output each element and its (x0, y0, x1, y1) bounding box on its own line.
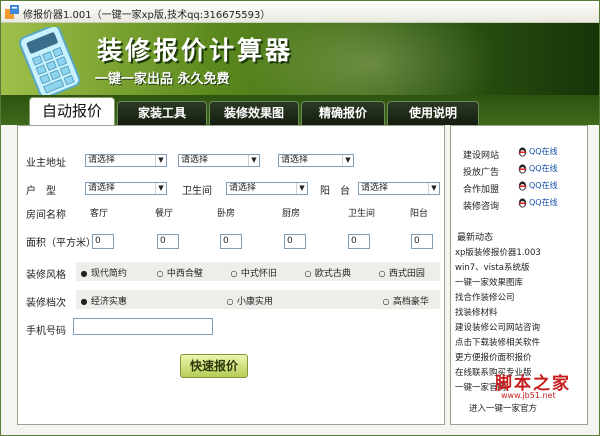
window-title: 修报价器1.001（一键一家xp版,技术qq:316675593） (23, 10, 271, 21)
banner-title: 装修报价计算器 (97, 36, 294, 65)
service-label-franchise: 合作加盟 (463, 185, 500, 195)
tab-instructions[interactable]: 使用说明 (387, 101, 479, 125)
news-item[interactable]: 一键一家效果图库 (455, 276, 523, 288)
news-item[interactable]: 进入一键一家官方 (469, 402, 537, 414)
qq-online-link-website[interactable]: QQ在线 (517, 146, 558, 157)
news-title: 最新动态 (457, 233, 494, 243)
bathroom-label: 卫生间 (182, 186, 212, 197)
address-label: 业主地址 (26, 158, 66, 169)
area-input-bedroom[interactable]: 0 (220, 234, 242, 249)
area-input-living[interactable]: 0 (92, 234, 114, 249)
area-input-balcony[interactable]: 0 (411, 234, 433, 249)
news-item[interactable]: 更方便报价面积报价 (455, 351, 532, 363)
qq-penguin-icon (518, 147, 527, 157)
qq-online-link-ads[interactable]: QQ在线 (517, 163, 558, 174)
grade-option-economy[interactable]: ● 经济实惠 (80, 294, 127, 307)
area-input-dining[interactable]: 0 (157, 234, 179, 249)
chevron-down-icon: ▼ (342, 155, 353, 166)
room-living: 客厅 (90, 209, 109, 219)
news-item[interactable]: 找合作装修公司 (455, 291, 515, 303)
phone-label: 手机号码 (26, 326, 66, 337)
grade-option-luxury[interactable]: ○ 高档豪华 (382, 294, 429, 307)
qq-penguin-icon (518, 181, 527, 191)
grade-label: 装修档次 (26, 298, 66, 309)
qq-penguin-icon (518, 164, 527, 174)
radio-unchecked-icon: ○ (226, 297, 234, 306)
radio-checked-icon: ● (80, 269, 88, 278)
quote-form-panel: 业主地址 请选择 ▼ 请选择 ▼ 请选择 ▼ 户 型 请选择 ▼ 卫生间 请选择 ▼ 阳 … (17, 125, 445, 425)
balcony-select[interactable]: 请选择 ▼ (358, 182, 440, 195)
news-item[interactable]: win7、vista系统版 (455, 261, 529, 273)
news-item[interactable]: 点击下载装修相关软件 (455, 336, 540, 348)
radio-unchecked-icon: ○ (156, 269, 164, 278)
header-banner: 装修报价计算器 一键一家出品 永久免费 (1, 23, 599, 95)
qq-penguin-icon (518, 198, 527, 208)
news-item[interactable]: 建设装修公司网站咨询 (455, 321, 540, 333)
area-input-bathroom[interactable]: 0 (348, 234, 370, 249)
style-option-fusion[interactable]: ○ 中西合璧 (156, 266, 203, 279)
chevron-down-icon: ▼ (428, 183, 439, 194)
layout-select[interactable]: 请选择 ▼ (85, 182, 167, 195)
title-bar[interactable]: 修报价器1.001（一键一家xp版,技术qq:316675593） (1, 1, 599, 23)
district-select[interactable]: 请选择 ▼ (278, 154, 354, 167)
news-item[interactable]: xp版装修报价器1.003 (455, 246, 541, 258)
phone-input[interactable] (73, 318, 213, 335)
calculator-icon (19, 27, 81, 95)
bathroom-select[interactable]: 请选择 ▼ (226, 182, 308, 195)
tab-auto-quote[interactable]: 自动报价 (29, 97, 115, 125)
radio-unchecked-icon: ○ (304, 269, 312, 278)
tab-home-tools[interactable]: 家装工具 (117, 101, 207, 125)
style-option-chinese[interactable]: ○ 中式怀旧 (230, 266, 277, 279)
chevron-down-icon: ▼ (155, 183, 166, 194)
service-label-consult: 装修咨询 (463, 202, 500, 212)
tab-bar: 自动报价 家装工具 装修效果图 精确报价 使用说明 (1, 95, 599, 125)
room-balcony: 阳台 (410, 209, 429, 219)
tab-precise-quote[interactable]: 精确报价 (301, 101, 385, 125)
room-bedroom: 卧房 (217, 209, 236, 219)
radio-unchecked-icon: ○ (382, 297, 390, 306)
room-bathroom: 卫生间 (348, 209, 376, 219)
room-kitchen: 厨房 (282, 209, 301, 219)
chevron-down-icon: ▼ (296, 183, 307, 194)
area-label: 面积（平方米） (26, 238, 96, 249)
room-name-label: 房间名称 (26, 210, 66, 221)
news-item[interactable]: 找装修材料 (455, 306, 498, 318)
style-option-european[interactable]: ○ 欧式古典 (304, 266, 351, 279)
service-label-ads: 投放广告 (463, 168, 500, 178)
chevron-down-icon: ▼ (248, 155, 259, 166)
quick-quote-button[interactable]: 快速报价 (180, 354, 248, 378)
room-dining: 餐厅 (155, 209, 174, 219)
chevron-down-icon: ▼ (155, 155, 166, 166)
layout-label: 户 型 (26, 186, 56, 197)
style-option-modern[interactable]: ● 现代简约 (80, 266, 127, 279)
app-icon (5, 5, 19, 19)
banner-subtitle: 一键一家出品 永久免费 (95, 72, 230, 87)
radio-unchecked-icon: ○ (230, 269, 238, 278)
radio-checked-icon: ● (80, 297, 88, 306)
style-option-pastoral[interactable]: ○ 西式田园 (378, 266, 425, 279)
balcony-label: 阳 台 (320, 186, 350, 197)
radio-unchecked-icon: ○ (378, 269, 386, 278)
province-select[interactable]: 请选择 ▼ (85, 154, 167, 167)
grade-option-comfort[interactable]: ○ 小康实用 (226, 294, 273, 307)
qq-online-link-franchise[interactable]: QQ在线 (517, 180, 558, 191)
tab-decoration-renderings[interactable]: 装修效果图 (209, 101, 299, 125)
service-label-website: 建设网站 (463, 151, 500, 161)
watermark-url: www.jb51.net (501, 391, 556, 400)
app-window: 修报价器1.001（一键一家xp版,技术qq:316675593） 装修报价计算… (0, 0, 600, 436)
style-label: 装修风格 (26, 270, 66, 281)
area-input-kitchen[interactable]: 0 (284, 234, 306, 249)
city-select[interactable]: 请选择 ▼ (178, 154, 260, 167)
qq-online-link-consult[interactable]: QQ在线 (517, 197, 558, 208)
